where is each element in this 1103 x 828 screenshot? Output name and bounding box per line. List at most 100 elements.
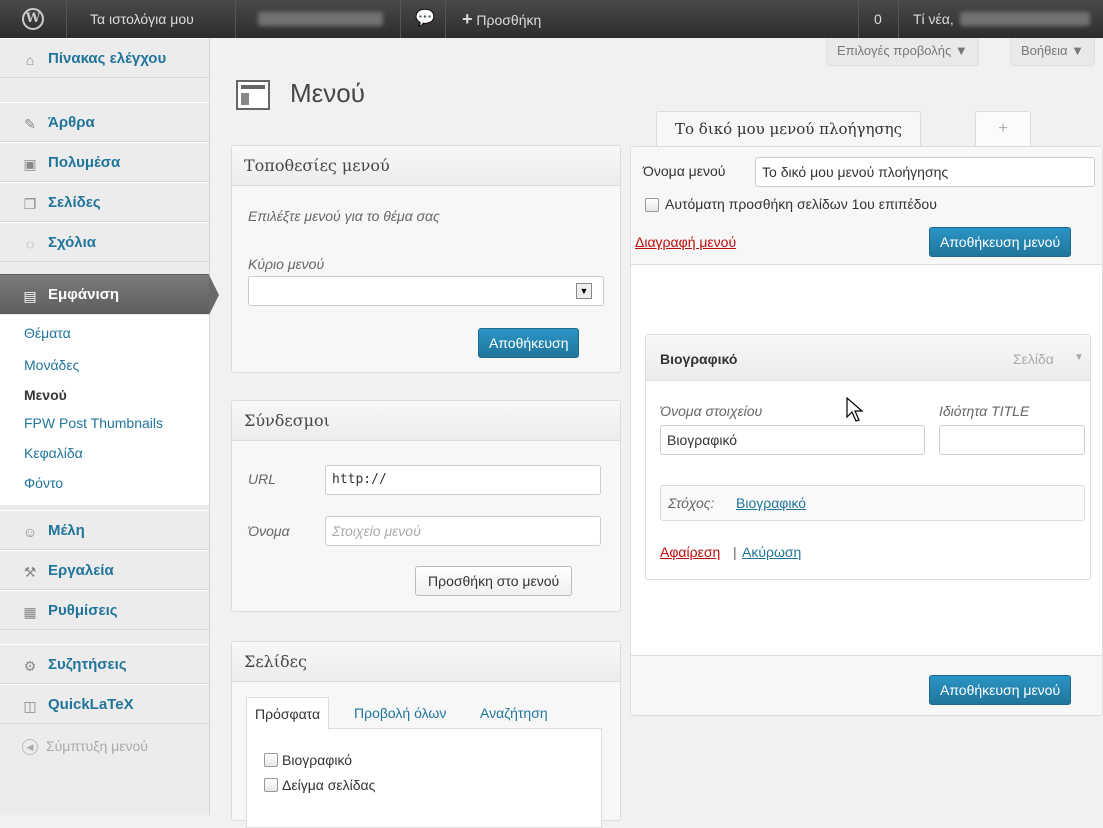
sidebar-item-label: Συζητήσεις [48, 656, 127, 673]
help-button[interactable]: Βοήθεια ▼ [1010, 38, 1096, 66]
original-link[interactable]: Βιογραφικό [736, 495, 806, 511]
howdy-label[interactable]: Τί νέα, [903, 0, 964, 38]
sidebar-item-dashboard[interactable]: ⌂ Πίνακας ελέγχου [0, 38, 209, 78]
sidebar-item-comments[interactable]: ◌ Σχόλια [0, 222, 209, 262]
gear-icon: ⚙ [23, 658, 37, 674]
tab-view-all[interactable]: Προβολή όλων [346, 697, 454, 729]
add-to-menu-button[interactable]: Προσθήκη στο μενού [415, 566, 573, 596]
page-checkbox[interactable] [264, 753, 278, 767]
remove-item-link[interactable]: Αφαίρεση [660, 544, 720, 560]
sidebar-item-label: Εργαλεία [48, 562, 114, 579]
sidebar-item-label: Εμφάνιση [48, 286, 120, 303]
sidebar-item-discussions[interactable]: ⚙ Συζητήσεις [0, 644, 209, 684]
tab-my-nav-menu[interactable]: Το δικό μου μενού πλοήγησης [656, 111, 922, 147]
sidebar-item-label: Άρθρα [48, 114, 95, 131]
sidebar-item-settings[interactable]: ▦ Ρυθμίσεις [0, 590, 209, 630]
admin-sidebar: ⌂ Πίνακας ελέγχου ✎ Άρθρα ▣ Πολυμέσα ❐ Σ… [0, 38, 219, 815]
submenu-menus[interactable]: Μενού [24, 387, 67, 403]
sidebar-item-label: QuickLaTeX [48, 696, 134, 713]
sidebar-item-appearance[interactable]: ▤ Εμφάνιση [0, 274, 219, 315]
links-box: Σύνδεσμοι URL http:// Όνομα Στοιχείο μεν… [231, 400, 621, 612]
collapse-menu-button[interactable]: ◀ Σύμπτυξη μενού [22, 738, 148, 756]
pages-title: Σελίδες [232, 642, 620, 682]
sidebar-item-media[interactable]: ▣ Πολυμέσα [0, 142, 209, 182]
original-label: Στόχος: [668, 495, 715, 511]
submenu-header[interactable]: Κεφαλίδα [24, 445, 83, 461]
dashboard-icon: ⌂ [25, 52, 35, 68]
pin-icon: ✎ [24, 116, 36, 132]
sidebar-item-label: Πολυμέσα [48, 154, 121, 171]
primary-menu-label: Κύριο μενού [248, 256, 325, 272]
pages-box: Σελίδες Πρόσφατα Προβολή όλων Αναζήτηση … [231, 641, 621, 828]
menu-name-input[interactable]: Το δικό μου μενού πλοήγησης [755, 157, 1095, 187]
add-menu-tab[interactable]: + [975, 111, 1031, 147]
media-icon: ▣ [23, 156, 37, 172]
my-sites-link[interactable]: Τα ιστολόγια μου [80, 0, 204, 38]
page-title: Μενού [290, 78, 365, 108]
screen-options-button[interactable]: Επιλογές προβολής ▼ [826, 38, 979, 66]
collapse-menu-label: Σύμπτυξη μενού [46, 738, 148, 754]
plus-icon: + [462, 9, 473, 29]
original-box [660, 485, 1085, 521]
menu-item-type: Σελίδα [1013, 351, 1054, 367]
sidebar-item-label: Σχόλια [48, 234, 96, 251]
appearance-submenu: Θέματα Μονάδες Μενού FPW Post Thumbnails… [0, 315, 209, 505]
menu-item-title: Βιογραφικό [660, 351, 738, 367]
sidebar-item-posts[interactable]: ✎ Άρθρα [0, 102, 209, 142]
page-item-label: Δείγμα σελίδας [282, 777, 376, 793]
submenu-widgets[interactable]: Μονάδες [24, 357, 79, 373]
comment-bubble-icon[interactable]: 💬 [405, 0, 445, 38]
url-input[interactable]: http:// [325, 465, 601, 495]
comment-count[interactable]: 0 [864, 0, 892, 38]
link-name-label: Όνομα [248, 523, 290, 539]
auto-add-checkbox[interactable] [645, 198, 659, 212]
submenu-fpw-thumbnails[interactable]: FPW Post Thumbnails [24, 415, 163, 431]
submenu-background[interactable]: Φόντο [24, 475, 63, 491]
admin-bar: W Τα ιστολόγια μου 💬 + Προσθήκη 0 Τί νέα… [0, 0, 1103, 38]
settings-icon: ▦ [23, 604, 37, 620]
action-separator: | [733, 544, 737, 560]
tab-recent[interactable]: Πρόσφατα [246, 697, 330, 730]
sidebar-item-tools[interactable]: ⚒ Εργαλεία [0, 550, 209, 590]
appearance-icon: ▤ [23, 288, 37, 304]
title-attr-input[interactable] [939, 425, 1085, 455]
wordpress-logo-icon[interactable]: W [22, 8, 44, 30]
site-name-blurred[interactable] [258, 12, 383, 26]
menu-name-label: Όνομα μενού [643, 163, 726, 179]
submenu-themes[interactable]: Θέματα [24, 325, 71, 341]
chevron-down-icon[interactable]: ▼ [576, 283, 592, 299]
menu-item-card: Βιογραφικό Σελίδα ▼ Όνομα στοιχείου Βιογ… [645, 334, 1091, 580]
save-locations-button[interactable]: Αποθήκευση [478, 328, 580, 358]
primary-menu-select[interactable] [248, 276, 604, 306]
plugin-icon: ◫ [23, 698, 37, 714]
item-name-input[interactable]: Βιογραφικό [660, 425, 925, 455]
links-title: Σύνδεσμοι [232, 401, 620, 441]
link-name-input[interactable]: Στοιχείο μενού [325, 516, 601, 546]
save-menu-button-bottom[interactable]: Αποθήκευση μενού [929, 675, 1072, 705]
sidebar-item-quicklatex[interactable]: ◫ QuickLaTeX [0, 684, 209, 724]
comments-icon: ◌ [25, 236, 35, 252]
tab-search[interactable]: Αναζήτηση [472, 697, 556, 729]
menu-locations-box: Τοποθεσίες μενού Επιλέξτε μενού για το θ… [231, 145, 621, 373]
menu-editor-panel: Όνομα μενού Το δικό μου μενού πλοήγησης … [630, 146, 1103, 716]
add-new-link[interactable]: + Προσθήκη [452, 0, 551, 38]
sidebar-item-users[interactable]: ☺ Μέλη [0, 510, 209, 550]
collapse-arrow-icon: ◀ [22, 739, 38, 756]
chevron-down-icon[interactable]: ▼ [1074, 352, 1084, 363]
url-label: URL [248, 471, 277, 487]
username-blurred[interactable] [960, 12, 1090, 26]
title-attr-label: Ιδιότητα TITLE [939, 403, 1030, 419]
sidebar-item-label: Ρυθμίσεις [48, 602, 118, 619]
cancel-item-link[interactable]: Ακύρωση [742, 544, 801, 560]
menus-page-icon [236, 80, 270, 110]
save-menu-button-top[interactable]: Αποθήκευση μενού [929, 227, 1072, 257]
sidebar-item-pages[interactable]: ❐ Σελίδες [0, 182, 209, 222]
page-checkbox[interactable] [264, 778, 278, 792]
add-new-label: Προσθήκη [476, 12, 542, 28]
page-item-label: Βιογραφικό [282, 752, 353, 768]
menu-locations-title: Τοποθεσίες μενού [232, 146, 620, 186]
tools-icon: ⚒ [23, 564, 37, 580]
locations-description: Επιλέξτε μενού για το θέμα σας [248, 208, 440, 224]
pages-icon: ❐ [23, 196, 37, 212]
delete-menu-link[interactable]: Διαγραφή μενού [635, 234, 736, 250]
